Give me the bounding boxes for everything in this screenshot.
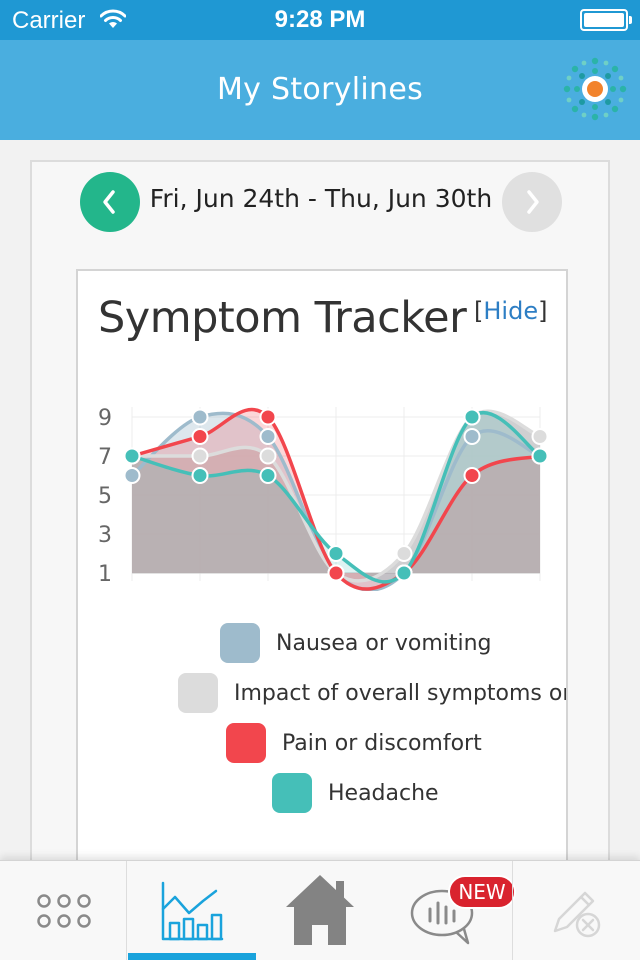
legend-label: Impact of overall symptoms on my day — [234, 680, 566, 706]
hide-link[interactable]: Hide — [483, 297, 538, 325]
legend-label: Headache — [328, 780, 439, 806]
main-content: Fri, Jun 24th - Thu, Jun 30th Symptom Tr… — [0, 140, 640, 882]
tab-edit[interactable] — [513, 861, 640, 960]
grid-dots-icon — [37, 894, 91, 928]
previous-week-button[interactable] — [80, 172, 140, 232]
status-bar: Carrier 9:28 PM — [0, 0, 640, 40]
chevron-left-icon — [103, 190, 115, 214]
legend-item[interactable]: Headache — [272, 773, 439, 813]
battery-icon — [580, 9, 632, 31]
data-point — [123, 447, 141, 465]
y-tick-label: 7 — [98, 445, 112, 470]
data-point — [259, 467, 277, 484]
data-point — [259, 408, 277, 426]
hide-toggle: [Hide] — [474, 297, 547, 325]
legend-label: Pain or discomfort — [282, 730, 482, 756]
data-point — [259, 428, 277, 445]
tab-bar: NEW — [0, 860, 640, 960]
y-tick-label: 5 — [98, 484, 112, 509]
legend-item[interactable]: Nausea or vomiting — [220, 623, 492, 663]
bar-chart-icon — [161, 881, 224, 941]
legend-swatch — [178, 673, 218, 713]
data-point — [463, 467, 481, 484]
data-point — [123, 467, 141, 484]
storyline-panel: Fri, Jun 24th - Thu, Jun 30th Symptom Tr… — [30, 160, 610, 882]
data-point — [191, 428, 209, 445]
legend-swatch — [272, 773, 312, 813]
tab-menu[interactable] — [0, 861, 126, 960]
data-point — [531, 428, 549, 445]
legend-item[interactable]: Impact of overall symptoms on my day — [178, 673, 566, 713]
data-point — [327, 564, 345, 582]
home-icon — [286, 875, 354, 945]
hide-bracket-close: ] — [538, 297, 548, 325]
tab-storylines[interactable] — [128, 861, 256, 960]
card-title: Symptom Tracker — [98, 293, 467, 343]
new-badge: NEW — [448, 875, 516, 909]
tab-home[interactable] — [256, 861, 384, 960]
legend-label: Nausea or vomiting — [276, 630, 492, 656]
next-week-button[interactable] — [502, 172, 562, 232]
y-tick-label: 9 — [98, 406, 112, 431]
symptom-chart: 1 3 5 7 9 — [98, 406, 549, 591]
navigation-bar: My Storylines — [0, 40, 640, 140]
y-tick-label: 1 — [98, 562, 112, 587]
data-point — [463, 408, 481, 426]
legend-swatch — [226, 723, 266, 763]
data-point — [463, 428, 481, 445]
data-point — [259, 447, 277, 465]
data-point — [191, 447, 209, 465]
legend-item[interactable]: Pain or discomfort — [226, 723, 482, 763]
date-range-label: Fri, Jun 24th - Thu, Jun 30th — [149, 184, 493, 213]
tab-divider — [126, 861, 127, 960]
data-point — [327, 545, 345, 562]
symptom-tracker-card: Symptom Tracker [Hide] 1 3 5 7 9 Nausea or v… — [76, 269, 568, 882]
data-point — [395, 545, 413, 562]
data-point — [191, 467, 209, 484]
pencil-cancel-icon — [553, 891, 601, 938]
hide-bracket-open: [ — [474, 297, 484, 325]
data-point — [531, 447, 549, 465]
legend-swatch — [220, 623, 260, 663]
data-point — [191, 408, 209, 426]
clock: 9:28 PM — [274, 6, 366, 33]
y-tick-label: 3 — [98, 523, 112, 548]
chevron-right-icon — [527, 190, 539, 214]
page-title: My Storylines — [216, 72, 424, 107]
data-point — [395, 564, 413, 582]
app-logo-icon[interactable] — [562, 56, 628, 122]
active-tab-indicator — [128, 953, 256, 960]
